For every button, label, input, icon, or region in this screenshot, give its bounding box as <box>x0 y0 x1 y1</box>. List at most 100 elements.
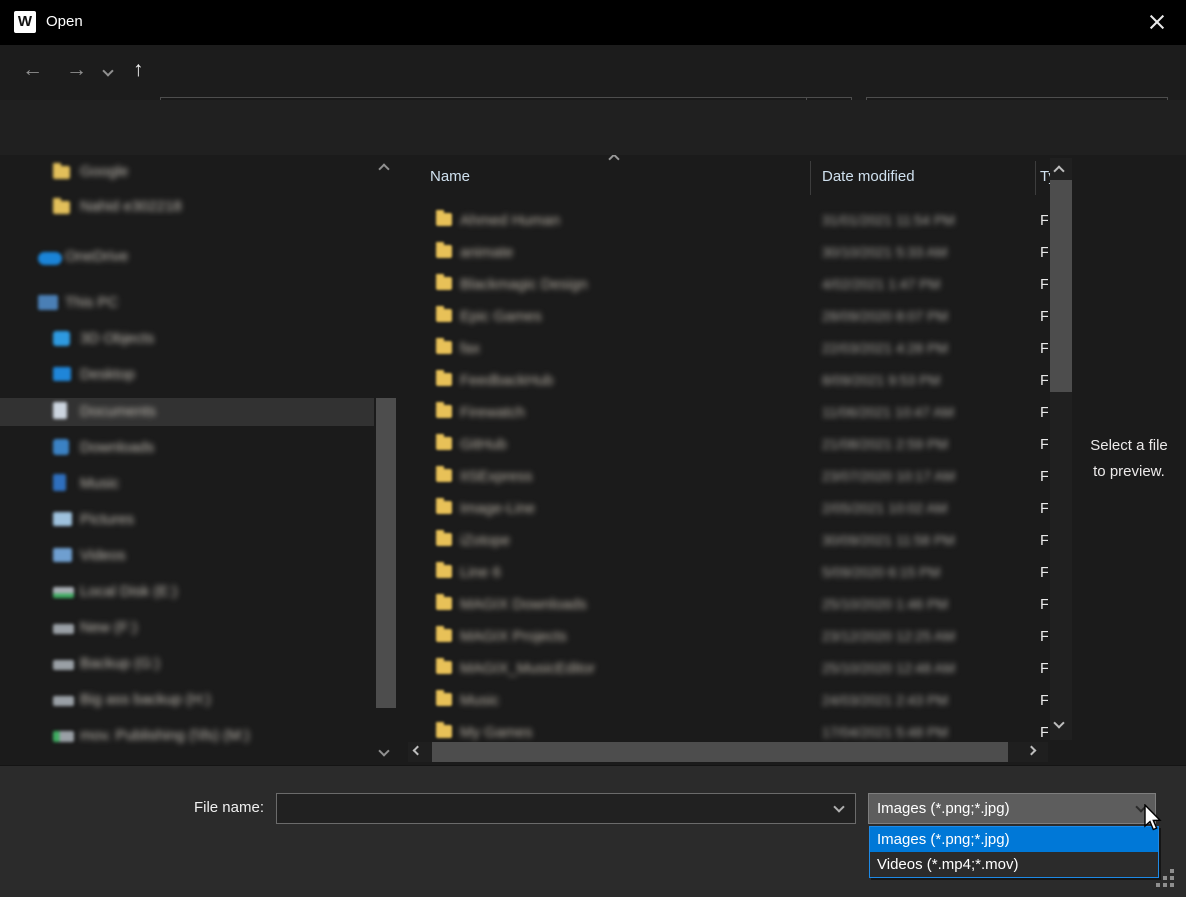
file-name: Line 6 <box>460 564 501 581</box>
table-row[interactable]: GitHub 21/08/2021 2:59 PM F <box>408 431 1048 459</box>
folder-icon <box>436 309 452 322</box>
file-name-input[interactable] <box>276 793 856 824</box>
file-type: F <box>1040 532 1048 549</box>
horizontal-scrollbar-thumb[interactable] <box>432 742 1008 762</box>
file-name: MAGIX Projects <box>460 628 567 645</box>
file-name: Epic Games <box>460 308 542 325</box>
command-toolbar: Organize New folder ? <box>0 100 1186 155</box>
file-browser: GoogleNahid e302218OneDriveThis PC3D Obj… <box>0 155 1186 765</box>
file-date-modified: 30/09/2021 11:58 PM <box>822 532 955 548</box>
forward-icon[interactable]: → <box>66 58 87 82</box>
file-name: fax <box>460 340 480 357</box>
window-title: Open <box>46 13 83 30</box>
file-name: MAGIX_MusicEditor <box>460 660 595 677</box>
file-name: FeedbackHub <box>460 372 553 389</box>
file-type-dropdown: Images (*.png;*.jpg)Videos (*.mp4;*.mov) <box>869 826 1159 878</box>
file-name: Blackmagic Design <box>460 276 588 293</box>
folder-icon <box>436 565 452 578</box>
folder-icon <box>436 533 452 546</box>
table-row[interactable]: Epic Games 28/09/2020 8:07 PM F <box>408 303 1048 331</box>
file-date-modified: 25/10/2020 12:48 AM <box>822 660 955 676</box>
dialog-footer: File name: Images (*.png;*.jpg) Images (… <box>0 765 1186 897</box>
file-type: F <box>1040 372 1048 389</box>
folder-icon <box>436 469 452 482</box>
file-name: IISExpress <box>460 468 533 485</box>
file-type-option[interactable]: Videos (*.mp4;*.mov) <box>870 852 1158 877</box>
file-name: GitHub <box>460 436 507 453</box>
list-scrollbar-thumb[interactable] <box>1050 180 1072 392</box>
file-type: F <box>1040 724 1048 741</box>
table-row[interactable]: Blackmagic Design4/02/2021 1:47 PMF <box>408 271 1048 299</box>
folder-icon <box>436 245 452 258</box>
file-type: F <box>1040 468 1048 485</box>
preview-message: to preview. <box>1072 463 1186 480</box>
up-icon[interactable]: ↑ <box>133 58 144 82</box>
file-name: Ahmed Human <box>460 212 560 229</box>
file-type: F <box>1040 564 1048 581</box>
file-date-modified: 8/09/2021 9:53 PM <box>822 372 940 388</box>
open-dialog: W Open ← → ↑ This PC Documents <box>0 0 1186 897</box>
table-row[interactable]: Firewatch11/06/2021 10:47 AMF <box>408 399 1048 427</box>
file-name: MAGIX Downloads <box>460 596 587 613</box>
file-type: F <box>1040 628 1048 645</box>
file-date-modified: 22/03/2021 4:28 PM <box>822 340 948 356</box>
table-row[interactable]: MAGIX_MusicEditor 25/10/2020 12:48 AM F <box>408 655 1048 683</box>
table-row[interactable]: MAGIX Downloads25/10/2020 1:46 PMF <box>408 591 1048 619</box>
file-type: F <box>1040 340 1048 357</box>
chevron-down-icon <box>1135 801 1146 812</box>
file-type: F <box>1040 276 1048 293</box>
folder-icon <box>436 405 452 418</box>
table-row[interactable]: Ahmed Human 31/01/2021 11:54 PM F <box>408 207 1048 235</box>
scroll-down-icon[interactable] <box>378 745 389 756</box>
folder-icon <box>436 661 452 674</box>
navigation-bar: ← → ↑ This PC Documents <box>0 45 1186 100</box>
table-row[interactable]: Line 6 5/09/2020 6:15 PM F <box>408 559 1048 587</box>
file-date-modified: 17/04/2021 5:48 PM <box>822 724 948 740</box>
file-type: F <box>1040 436 1048 453</box>
table-row[interactable]: FeedbackHub 8/09/2021 9:53 PM F <box>408 367 1048 395</box>
file-type-select[interactable]: Images (*.png;*.jpg) <box>868 793 1156 824</box>
table-row[interactable]: My Games17/04/2021 5:48 PMF <box>408 719 1048 742</box>
file-name: Firewatch <box>460 404 525 421</box>
file-type: F <box>1040 212 1048 229</box>
file-type: F <box>1040 244 1048 261</box>
file-date-modified: 23/07/2020 10:17 AM <box>822 468 955 484</box>
file-name: Music <box>460 692 499 709</box>
table-row[interactable]: MAGIX Projects 23/12/2020 12:25 AM F <box>408 623 1048 651</box>
file-name: iZotope <box>460 532 510 549</box>
file-name: animate <box>460 244 513 261</box>
file-type: F <box>1040 308 1048 325</box>
title-bar: W Open <box>0 0 1186 45</box>
file-list: Ahmed Human31/01/2021 11:54 PMFanimate30… <box>0 155 1048 742</box>
file-date-modified: 28/09/2020 8:07 PM <box>822 308 948 324</box>
file-name: Image-Line <box>460 500 535 517</box>
table-row[interactable]: iZotope 30/09/2021 11:58 PM F <box>408 527 1048 555</box>
file-date-modified: 25/10/2020 1:46 PM <box>822 596 948 612</box>
preview-pane: Select a file to preview. <box>1072 155 1186 765</box>
folder-icon <box>436 597 452 610</box>
file-date-modified: 5/09/2020 6:15 PM <box>822 564 940 580</box>
file-date-modified: 2/05/2021 10:02 AM <box>822 500 947 516</box>
recent-locations-chevron-icon[interactable] <box>102 65 113 76</box>
table-row[interactable]: Image-Line2/05/2021 10:02 AMF <box>408 495 1048 523</box>
file-date-modified: 24/03/2021 2:43 PM <box>822 692 948 708</box>
folder-icon <box>436 437 452 450</box>
folder-icon <box>436 213 452 226</box>
folder-icon <box>436 693 452 706</box>
folder-icon <box>436 629 452 642</box>
folder-icon <box>436 501 452 514</box>
table-row[interactable]: Music24/03/2021 2:43 PMF <box>408 687 1048 715</box>
table-row[interactable]: fax 22/03/2021 4:28 PM F <box>408 335 1048 363</box>
table-row[interactable]: animate30/10/2021 5:33 AMF <box>408 239 1048 267</box>
close-button[interactable] <box>1140 6 1174 38</box>
file-date-modified: 23/12/2020 12:25 AM <box>822 628 955 644</box>
file-type-option[interactable]: Images (*.png;*.jpg) <box>870 827 1158 852</box>
table-row[interactable]: IISExpress 23/07/2020 10:17 AM F <box>408 463 1048 491</box>
chevron-down-icon <box>833 801 844 812</box>
file-date-modified: 31/01/2021 11:54 PM <box>822 212 955 228</box>
file-type: F <box>1040 660 1048 677</box>
file-date-modified: 21/08/2021 2:59 PM <box>822 436 948 452</box>
back-icon[interactable]: ← <box>22 58 43 82</box>
file-name-label: File name: <box>144 799 264 816</box>
folder-icon <box>436 277 452 290</box>
